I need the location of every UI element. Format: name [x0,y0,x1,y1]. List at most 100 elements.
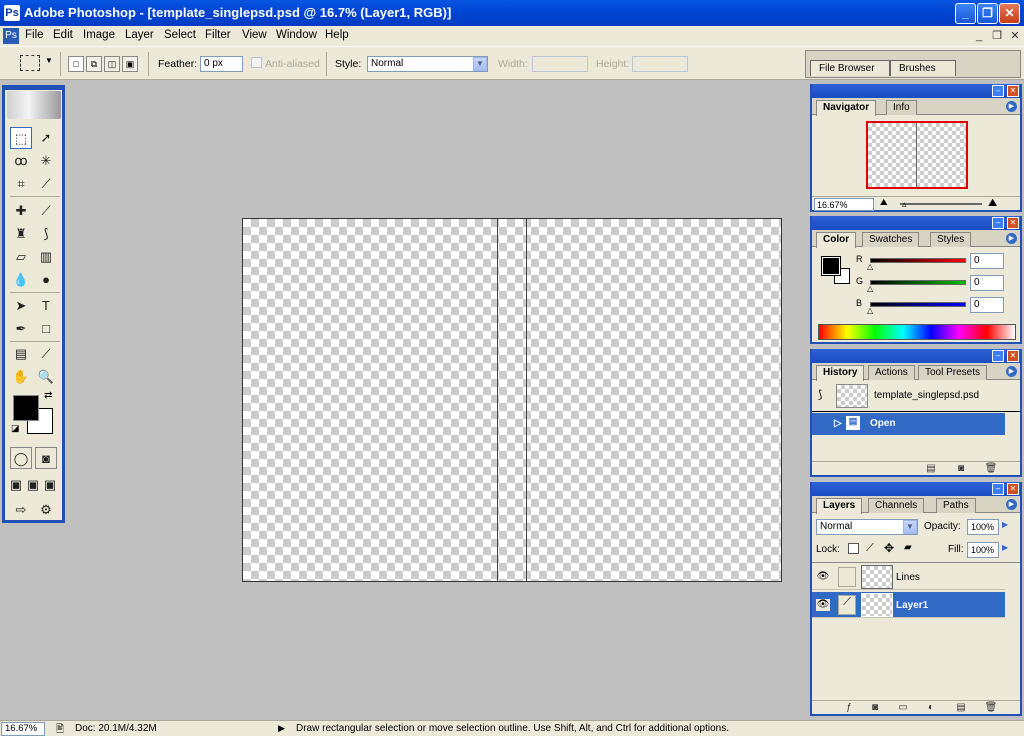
brush-tool-icon[interactable]: ⟋ [35,200,57,222]
tab-actions[interactable]: Actions [868,365,915,380]
lock-all-icon[interactable]: ▰ [904,542,912,553]
red-slider[interactable] [870,258,966,263]
trash-icon[interactable]: 🗑 [984,702,998,714]
opacity-arrow-icon[interactable]: ▶ [1002,520,1008,529]
menu-file[interactable]: File [25,29,44,41]
brush-icon[interactable]: ⟋ [838,595,856,615]
document-canvas[interactable] [242,218,782,582]
photoshop-feather-logo[interactable] [7,91,61,119]
close-button[interactable]: ✕ [999,3,1020,24]
doc-restore-icon[interactable]: ❐ [990,29,1004,43]
hand-tool-icon[interactable]: ✋ [10,366,32,388]
lock-image-icon[interactable]: ⟋ [866,542,874,555]
pen-tool-icon[interactable]: ✒ [10,318,32,340]
panel-minimize-icon[interactable]: – [992,85,1004,97]
zoom-slider[interactable] [900,203,982,205]
width-input[interactable] [532,56,588,72]
panel-minimize-icon[interactable]: – [992,217,1004,229]
chevron-down-icon[interactable]: ▼ [903,520,917,534]
menu-view[interactable]: View [242,29,267,41]
type-tool-icon[interactable]: T [35,295,57,317]
color-spectrum-bar[interactable] [818,324,1016,340]
zoom-in-icon[interactable]: ⛰ [988,197,997,210]
tab-color[interactable]: Color [816,232,857,248]
tab-brushes[interactable]: Brushes [890,60,956,76]
adjustment-layer-icon[interactable]: ◐ [924,702,938,714]
menu-image[interactable]: Image [83,29,115,41]
dodge-tool-icon[interactable]: ● [35,269,57,291]
subtract-selection-icon[interactable]: ◫ [104,56,120,72]
menu-filter[interactable]: Filter [205,29,231,41]
menu-edit[interactable]: Edit [53,29,73,41]
layer-row[interactable]: 👁 ⟋ Layer1 [812,592,1005,618]
slider-thumb[interactable]: △ [867,306,873,315]
tab-history[interactable]: History [816,365,865,381]
tab-navigator[interactable]: Navigator [816,100,877,116]
default-colors-icon[interactable]: ◪ [11,423,20,434]
menu-help[interactable]: Help [325,29,349,41]
intersect-selection-icon[interactable]: ▣ [122,56,138,72]
tab-styles[interactable]: Styles [930,232,972,247]
history-state-row[interactable]: ▷ ▤ Open [812,413,1005,435]
layer-style-icon[interactable]: ƒ [842,702,856,714]
lasso-tool-icon[interactable]: ꝏ [10,150,32,172]
full-screen-menu-mode-icon[interactable]: ▣ [25,474,41,496]
doc-close-icon[interactable]: ✕ [1008,29,1022,43]
green-value-input[interactable]: 0 [970,275,1004,291]
blue-value-input[interactable]: 0 [970,297,1004,313]
panel-close-icon[interactable]: ✕ [1007,85,1019,97]
eraser-tool-icon[interactable]: ▱ [10,246,32,268]
zoom-tool-icon[interactable]: 🔍 [35,366,57,388]
fill-arrow-icon[interactable]: ▶ [1002,543,1008,552]
marquee-tool-preset-icon[interactable] [20,55,40,71]
layer-link-slot[interactable] [838,567,856,587]
tab-file-browser[interactable]: File Browser [810,60,890,76]
lock-position-icon[interactable]: ✥ [884,541,894,555]
full-screen-mode-icon[interactable]: ▣ [42,474,58,496]
menu-window[interactable]: Window [276,29,317,41]
history-snapshot-row[interactable]: ⟆ template_singlepsd.psd [812,382,1020,410]
panel-close-icon[interactable]: ✕ [1007,217,1019,229]
jump-to-imageready-icon[interactable]: ⇨ [10,499,32,521]
shape-tool-icon[interactable]: □ [35,318,57,340]
eyedropper-tool-icon[interactable]: ⟋ [35,343,57,365]
panel-menu-icon[interactable]: ▶ [1006,101,1017,112]
add-mask-icon[interactable]: ◙ [868,702,882,714]
menu-select[interactable]: Select [164,29,196,41]
style-select[interactable]: Normal ▼ [367,56,488,72]
minimize-button[interactable]: _ [955,3,976,24]
new-document-from-state-icon[interactable]: ▤ [924,463,938,475]
blend-mode-select[interactable]: Normal ▼ [816,519,918,535]
photoshop-app-icon[interactable]: Ps [4,5,20,21]
notes-tool-icon[interactable]: ▤ [10,343,32,365]
trash-icon[interactable]: 🗑 [984,463,998,475]
eye-icon[interactable]: 👁 [816,571,830,583]
history-brush-source-icon[interactable]: ⟆ [818,388,822,401]
imageready-icon[interactable]: ⚙ [35,499,57,521]
green-slider[interactable] [870,280,966,285]
zoom-level-input[interactable]: 16.67% [1,722,45,736]
standard-mode-icon[interactable]: ◯ [10,447,32,469]
swap-colors-icon[interactable]: ⇄ [44,390,52,401]
panel-close-icon[interactable]: ✕ [1007,483,1019,495]
blue-slider[interactable] [870,302,966,307]
panel-minimize-icon[interactable]: – [992,350,1004,362]
panel-menu-icon[interactable]: ▶ [1006,499,1017,510]
marquee-tool-icon[interactable]: ⬚ [10,127,32,149]
quick-mask-mode-icon[interactable]: ◙ [35,447,57,469]
new-layer-icon[interactable]: ▤ [954,702,968,714]
panel-minimize-icon[interactable]: – [992,483,1004,495]
new-selection-icon[interactable]: □ [68,56,84,72]
maximize-button[interactable]: ❐ [977,3,998,24]
history-brush-tool-icon[interactable]: ⟆ [35,223,57,245]
path-selection-tool-icon[interactable]: ➤ [10,295,32,317]
chevron-down-icon[interactable]: ▼ [473,57,487,71]
magic-wand-tool-icon[interactable]: ✳ [35,150,57,172]
opacity-input[interactable]: 100% [967,519,999,535]
move-tool-icon[interactable]: ➚ [35,127,57,149]
zoom-out-icon[interactable]: ⛰ [880,197,888,208]
slice-tool-icon[interactable]: ⟋ [35,173,57,195]
gradient-tool-icon[interactable]: ▥ [35,246,57,268]
navigator-preview[interactable] [866,121,968,189]
lock-transparency-icon[interactable] [848,543,859,554]
